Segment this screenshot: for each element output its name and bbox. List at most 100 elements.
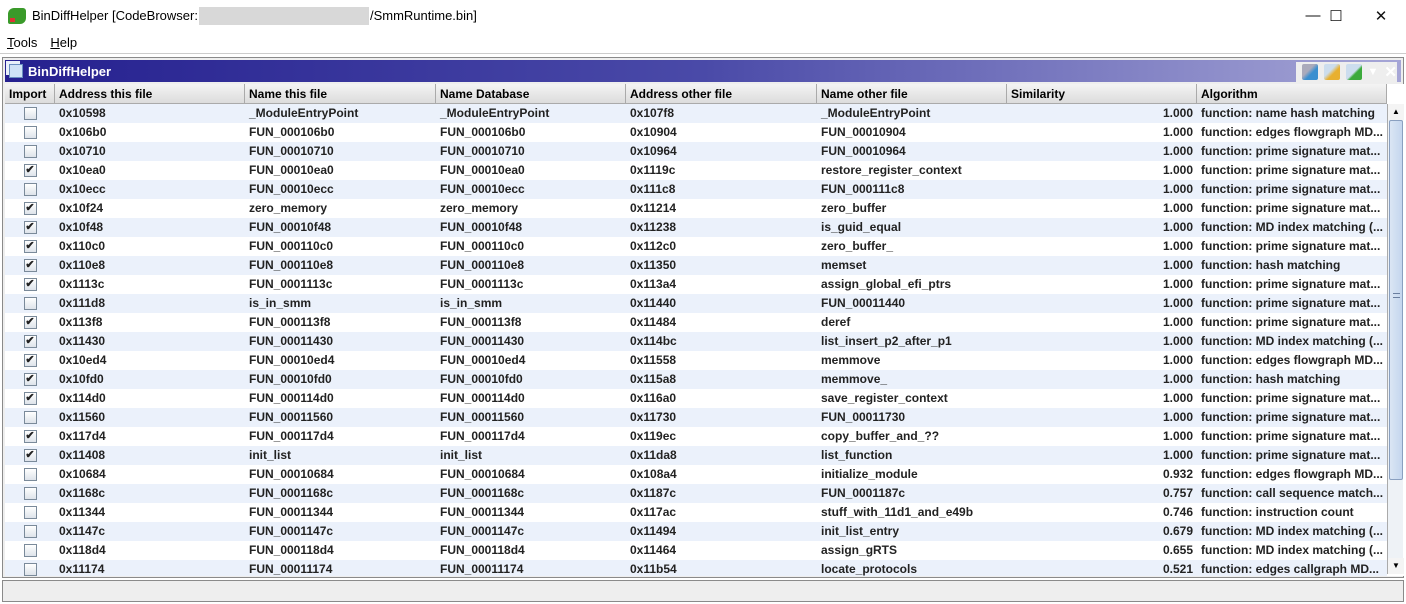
- column-header-import[interactable]: Import: [5, 84, 55, 104]
- cell-name-database: FUN_00010710: [440, 144, 525, 158]
- column-header-name-other-file[interactable]: Name other file: [817, 84, 1007, 104]
- table-row[interactable]: ✔ 0x113f8 FUN_000113f8 FUN_000113f8 0x11484 d…: [5, 313, 1387, 332]
- column-header-address-this-file[interactable]: Address this file: [55, 84, 245, 104]
- import-checkbox[interactable]: [23, 107, 37, 120]
- cell-name-other-file: init_list_entry: [821, 524, 900, 538]
- table-row[interactable]: ✔ 0x10fd0 FUN_00010fd0 FUN_00010fd0 0x115a8 m…: [5, 370, 1387, 389]
- table-row[interactable]: ✔ 0x110c0 FUN_000110c0 FUN_000110c0 0x112c0 z…: [5, 237, 1387, 256]
- panel-close-button[interactable]: ✕: [1384, 63, 1397, 81]
- close-window-button[interactable]: ✕: [1358, 0, 1404, 31]
- cell-similarity: 0.679: [1162, 524, 1193, 538]
- cell-address-this-file: 0x10fd0: [59, 372, 104, 386]
- menu-help[interactable]: Help: [50, 35, 77, 50]
- table-row[interactable]: 0x1147c FUN_0001147c FUN_0001147c 0x11494 in…: [5, 522, 1387, 541]
- table-row[interactable]: 0x11344 FUN_00011344 FUN_00011344 0x117ac st…: [5, 503, 1387, 522]
- import-checkbox[interactable]: [23, 525, 37, 538]
- cell-address-this-file: 0x1168c: [59, 486, 106, 500]
- cell-name-this-file: FUN_00011430: [249, 334, 334, 348]
- table-row[interactable]: ✔ 0x110e8 FUN_000110e8 FUN_000110e8 0x11350 m…: [5, 256, 1387, 275]
- window-titlebar: BinDiffHelper [CodeBrowser: /SmmRuntime.b…: [0, 0, 1406, 31]
- table-row[interactable]: 0x11174 FUN_00011174 FUN_00011174 0x11b54 lo…: [5, 560, 1387, 576]
- import-checkbox[interactable]: [23, 126, 37, 139]
- import-checkbox[interactable]: [23, 183, 37, 196]
- cell-algorithm: function: name hash matching: [1201, 106, 1376, 120]
- import-checkbox[interactable]: [23, 297, 37, 310]
- maximize-button[interactable]: ☐: [1313, 0, 1359, 31]
- import-checkbox[interactable]: ✔: [23, 354, 37, 367]
- cell-name-database: FUN_000117d4: [440, 429, 525, 443]
- cell-address-this-file: 0x110e8: [59, 258, 106, 272]
- table-row[interactable]: 0x10ecc FUN_00010ecc FUN_00010ecc 0x111c8 FU…: [5, 180, 1387, 199]
- table-row[interactable]: 0x1168c FUN_0001168c FUN_0001168c 0x1187c FU…: [5, 484, 1387, 503]
- cell-algorithm: function: prime signature mat...: [1201, 448, 1381, 462]
- cell-similarity: 1.000: [1162, 315, 1193, 329]
- column-header-similarity[interactable]: Similarity: [1007, 84, 1197, 104]
- column-header-address-other-file[interactable]: Address other file: [626, 84, 817, 104]
- cell-name-other-file: zero_buffer: [821, 201, 887, 215]
- table-row[interactable]: 0x106b0 FUN_000106b0 FUN_000106b0 0x10904 FU…: [5, 123, 1387, 142]
- import-checkbox[interactable]: ✔: [23, 240, 37, 253]
- scroll-up-button[interactable]: ▲: [1388, 104, 1404, 120]
- import-checkbox[interactable]: ✔: [23, 392, 37, 405]
- import-checkbox[interactable]: [23, 506, 37, 519]
- cell-name-other-file: locate_protocols: [821, 562, 918, 576]
- cell-name-database: FUN_00011560: [440, 410, 525, 424]
- table-row[interactable]: ✔ 0x10ea0 FUN_00010ea0 FUN_00010ea0 0x1119c r…: [5, 161, 1387, 180]
- panel-menu-button[interactable]: ▼: [1368, 66, 1379, 78]
- cell-similarity: 1.000: [1162, 429, 1193, 443]
- table-row[interactable]: 0x10598 _ModuleEntryPoint _ModuleEntryPoin…: [5, 104, 1387, 123]
- vertical-scrollbar[interactable]: ▲ ▼: [1387, 104, 1404, 574]
- cell-algorithm: function: prime signature mat...: [1201, 315, 1381, 329]
- import-checkbox[interactable]: ✔: [23, 430, 37, 443]
- import-checkbox[interactable]: ✔: [23, 278, 37, 291]
- table-row[interactable]: ✔ 0x11408 init_list init_list 0x11da8 list_fu…: [5, 446, 1387, 465]
- cell-name-database: FUN_000110c0: [440, 239, 525, 253]
- table-row[interactable]: 0x11560 FUN_00011560 FUN_00011560 0x11730 FU…: [5, 408, 1387, 427]
- import-checkbox[interactable]: [23, 544, 37, 557]
- table-row[interactable]: ✔ 0x11430 FUN_00011430 FUN_00011430 0x114bc l…: [5, 332, 1387, 351]
- import-checkbox[interactable]: ✔: [23, 373, 37, 386]
- menu-tools[interactable]: Tools: [7, 35, 37, 50]
- cell-name-other-file: memmove: [821, 353, 881, 367]
- table-row[interactable]: ✔ 0x117d4 FUN_000117d4 FUN_000117d4 0x119ec c…: [5, 427, 1387, 446]
- table-row[interactable]: 0x10684 FUN_00010684 FUN_00010684 0x108a4 in…: [5, 465, 1387, 484]
- scroll-thumb[interactable]: [1389, 120, 1403, 480]
- table-row[interactable]: ✔ 0x114d0 FUN_000114d0 FUN_000114d0 0x116a0 s…: [5, 389, 1387, 408]
- table-row[interactable]: ✔ 0x10f24 zero_memory zero_memory 0x11214 zer…: [5, 199, 1387, 218]
- column-header-name-this-file[interactable]: Name this file: [245, 84, 436, 104]
- cell-algorithm: function: prime signature mat...: [1201, 429, 1381, 443]
- cell-address-this-file: 0x118d4: [59, 543, 106, 557]
- import-checkbox[interactable]: [23, 411, 37, 424]
- table-row[interactable]: ✔ 0x10f48 FUN_00010f48 FUN_00010f48 0x11238 i…: [5, 218, 1387, 237]
- scroll-down-button[interactable]: ▼: [1388, 558, 1404, 574]
- import-checkbox[interactable]: [23, 468, 37, 481]
- import-checkbox[interactable]: ✔: [23, 164, 37, 177]
- import-checkbox[interactable]: [23, 487, 37, 500]
- table-row[interactable]: 0x118d4 FUN_000118d4 FUN_000118d4 0x11464 as…: [5, 541, 1387, 560]
- cell-import: ✔: [5, 427, 55, 446]
- import-checkbox[interactable]: ✔: [23, 221, 37, 234]
- import-checkbox[interactable]: ✔: [23, 449, 37, 462]
- import-checkbox[interactable]: ✔: [23, 259, 37, 272]
- database-import-icon[interactable]: [1301, 64, 1318, 80]
- import-checkbox[interactable]: ✔: [23, 202, 37, 215]
- import-checkbox[interactable]: [23, 145, 37, 158]
- table-row[interactable]: ✔ 0x1113c FUN_0001113c FUN_0001113c 0x113a4 a…: [5, 275, 1387, 294]
- table-row[interactable]: ✔ 0x10ed4 FUN_00010ed4 FUN_00010ed4 0x11558 m…: [5, 351, 1387, 370]
- import-checkbox[interactable]: ✔: [23, 335, 37, 348]
- import-checkbox[interactable]: [23, 563, 37, 576]
- cell-name-this-file: FUN_00010f48: [249, 220, 332, 234]
- column-header-algorithm[interactable]: Algorithm: [1197, 84, 1387, 104]
- cell-name-other-file: stuff_with_11d1_and_e49b: [821, 505, 974, 519]
- cell-name-database: FUN_000113f8: [440, 315, 522, 329]
- column-header-name-database[interactable]: Name Database: [436, 84, 626, 104]
- folder-open-icon[interactable]: [1323, 64, 1340, 80]
- import-checkbox[interactable]: ✔: [23, 316, 37, 329]
- cell-address-this-file: 0x11174: [59, 562, 105, 576]
- export-icon[interactable]: [1345, 64, 1362, 80]
- cell-algorithm: function: MD index matching (...: [1201, 220, 1383, 234]
- table-row[interactable]: 0x111d8 is_in_smm is_in_smm 0x11440 FUN_0001…: [5, 294, 1387, 313]
- cell-name-other-file: restore_register_context: [821, 163, 962, 177]
- cell-import: [5, 541, 55, 560]
- table-row[interactable]: 0x10710 FUN_00010710 FUN_00010710 0x10964 FU…: [5, 142, 1387, 161]
